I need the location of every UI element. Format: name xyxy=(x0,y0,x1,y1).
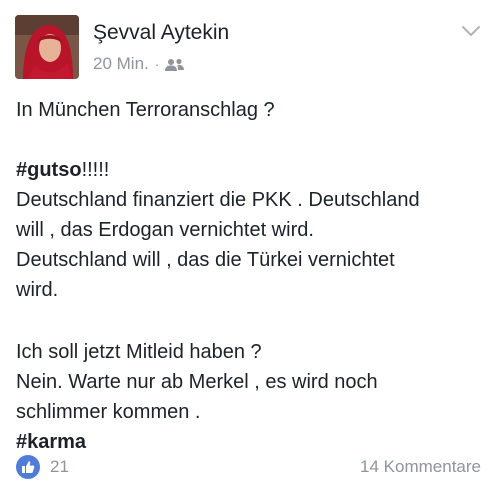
post-line-suffix: !!!!! xyxy=(81,159,110,181)
comments-count[interactable]: 14 Kommentare xyxy=(360,457,481,477)
friends-icon xyxy=(165,57,185,71)
post-line: Deutschland finanziert die PKK . Deutsch… xyxy=(16,189,420,211)
post-line: #gutso!!!!! xyxy=(16,155,486,185)
hashtag-link[interactable]: #karma xyxy=(16,431,86,453)
meta-separator: · xyxy=(154,56,160,72)
post-footer: 21 14 Kommentare xyxy=(16,454,481,480)
post-line: will , das Erdogan vernichtet wird. xyxy=(16,219,314,241)
post-line: In München Terroranschlag ? xyxy=(16,99,275,121)
author-name[interactable]: Şevval Aytekin xyxy=(93,21,229,45)
post-line: Deutschland will , das die Türkei vernic… xyxy=(16,249,395,271)
post-time[interactable]: 20 Min. xyxy=(93,54,149,74)
like-count[interactable]: 21 xyxy=(50,457,69,477)
post-line: wird. xyxy=(16,279,59,301)
post-line: Nein. Warte nur ab Merkel , es wird noch xyxy=(16,371,378,393)
facebook-post: Şevval Aytekin 20 Min. · In München Terr… xyxy=(0,0,497,497)
avatar[interactable] xyxy=(15,15,79,79)
post-line: #karma xyxy=(16,427,486,457)
hashtag-link[interactable]: #gutso xyxy=(16,159,82,181)
post-line: Ich soll jetzt Mitleid haben ? xyxy=(16,341,262,363)
chevron-down-icon[interactable] xyxy=(461,24,481,38)
thumbs-up-icon[interactable] xyxy=(16,455,40,479)
post-meta: 20 Min. · xyxy=(93,54,185,74)
post-text: In München Terroranschlag ? #gutso!!!!! … xyxy=(16,95,486,457)
post-line: schlimmer kommen . xyxy=(16,401,201,423)
